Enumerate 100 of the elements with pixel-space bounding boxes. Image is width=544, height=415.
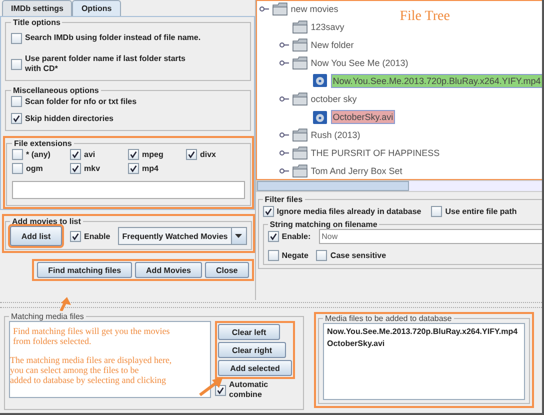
expand-handle-icon[interactable] [278,42,289,48]
action-button[interactable]: Close [204,262,249,278]
checkbox-label: divx [200,150,216,159]
add-list-button[interactable]: Add list [10,226,62,246]
list-button[interactable]: Clear left [218,324,280,340]
expand-handle-icon[interactable] [278,96,289,102]
folder-icon [272,2,288,16]
tree-item[interactable]: Now.You.See.Me.2013.720p.BluRay.x264.YIFY.mp4 [330,74,542,88]
tree-item[interactable]: New folder [310,40,354,50]
tree-item[interactable]: THE PURSRIT OF HAPPINESS [310,148,440,158]
input-field[interactable] [12,181,245,199]
list-button[interactable]: Clear right [218,342,286,358]
list-button[interactable]: Add selected [218,360,292,376]
checkbox[interactable] [12,163,23,174]
checkbox[interactable] [128,149,139,160]
tree-row[interactable]: october sky [278,91,357,107]
caret-icon [235,234,242,238]
scrollbar[interactable] [256,180,542,192]
tree-row[interactable]: Now You See Me (2013) [278,55,408,70]
folder-icon [292,92,308,106]
expand-handle-icon[interactable] [278,132,289,138]
checkbox[interactable] [11,96,22,107]
folder-icon [292,128,308,142]
list-item[interactable]: OctoberSky.avi [327,338,521,350]
tab[interactable]: Options [72,0,121,16]
checkbox[interactable] [262,206,274,217]
tree-item[interactable]: Rush (2013) [310,130,360,140]
checkbox-label: mkv [84,164,100,173]
arrow [198,376,224,396]
checkbox-label: Case sensitive [330,251,386,260]
checkbox[interactable] [186,149,197,160]
tree-row[interactable]: new movies [258,1,338,16]
tree-item[interactable]: Tom And Jerry Box Set [310,166,402,176]
checkbox[interactable] [268,231,279,242]
tree-row[interactable]: Now.You.See.Me.2013.720p.BluRay.x264.YIFY.mp4 [298,73,542,88]
film-reel-icon [312,73,328,88]
tree-item[interactable]: Now You See Me (2013) [310,58,408,68]
folder-icon [292,38,308,52]
group-title: Miscellaneous options [12,86,100,95]
checkbox[interactable] [11,32,22,44]
tree-item[interactable]: OctoberSky.avi [330,110,396,124]
tab[interactable]: IMDb settings [2,0,72,16]
checkbox[interactable] [128,163,139,174]
checkbox-label: mp4 [142,164,158,173]
checkbox-label: Automatic combine [229,380,270,400]
tree-item[interactable]: 123savy [310,22,344,32]
checkbox[interactable] [70,230,81,242]
tree-row[interactable]: OctoberSky.avi [298,110,396,125]
tree-row[interactable]: Rush (2013) [278,128,360,143]
checkbox-label: Use entire file path [445,207,517,216]
film-reel-icon [312,110,328,125]
annotation-text: Find matching files will get you the movies from folders selected. [12,325,171,346]
expand-handle-icon[interactable] [278,150,289,156]
checkbox[interactable] [431,206,442,217]
checkbox-label: Enable: [282,232,311,241]
group-title: File extensions [13,139,73,148]
checkbox-label: avi [84,150,96,159]
checkbox-label: Negate [282,251,308,260]
checkbox[interactable] [11,113,22,124]
group-title: String matching on filename [268,220,378,229]
checkbox[interactable] [215,384,226,396]
expand-handle-icon[interactable] [258,6,269,12]
folder-icon [292,56,308,70]
group-title: Add movies to list [11,217,82,226]
tree-item[interactable]: october sky [310,94,357,104]
group-title: Media files to be added to database [324,314,453,323]
expand-handle-icon[interactable] [278,168,289,174]
checkbox-label: Enable [84,232,110,240]
tree-row[interactable]: New folder [278,37,354,52]
checkbox-label: Skip hidden directories [25,114,114,123]
checkbox[interactable] [11,58,22,70]
checkbox[interactable] [268,250,279,261]
tree-row[interactable]: 123savy [278,19,344,34]
checkbox[interactable] [12,149,23,160]
checkbox-label: Use parent folder name if last folder starts with CD* [25,54,186,74]
annotation-text: The matching media files are displayed here, you can select among the files to be added to database by selecting and clicking [10,354,173,385]
annotation-text: File Tree [400,9,450,25]
folder-icon [292,146,308,160]
tree-row[interactable]: Tom And Jerry Box Set [278,164,402,179]
checkbox-label: Ignore media files already in database [276,207,422,216]
group-title: Filter files [264,195,304,204]
expand-handle-icon[interactable] [278,60,289,66]
list-item[interactable]: Now.You.See.Me.2013.720p.BluRay.x264.YIFY.mp4 [327,326,521,338]
checkbox-label: * (any) [26,150,50,159]
group-title: Matching media files [10,312,85,321]
checkbox-label: Search IMDb using folder instead of file name. [25,33,202,43]
action-button[interactable]: Find matching files [37,262,132,278]
checkbox-label: ogm [26,164,43,173]
checkbox[interactable] [70,149,81,160]
checkbox[interactable] [316,250,328,261]
folder-icon [292,20,308,34]
input-field[interactable]: Now [318,229,542,244]
tree-item[interactable]: new movies [290,4,338,14]
list-dropdown[interactable]: Frequently Watched Movies [118,227,247,245]
group-title: Title options [12,18,62,27]
action-button[interactable]: Add Movies [135,262,202,278]
tree-row[interactable]: THE PURSRIT OF HAPPINESS [278,146,440,161]
folder-icon [292,164,308,178]
checkbox[interactable] [70,163,81,174]
checkbox-label: Scan folder for nfo or txt files [25,97,137,106]
